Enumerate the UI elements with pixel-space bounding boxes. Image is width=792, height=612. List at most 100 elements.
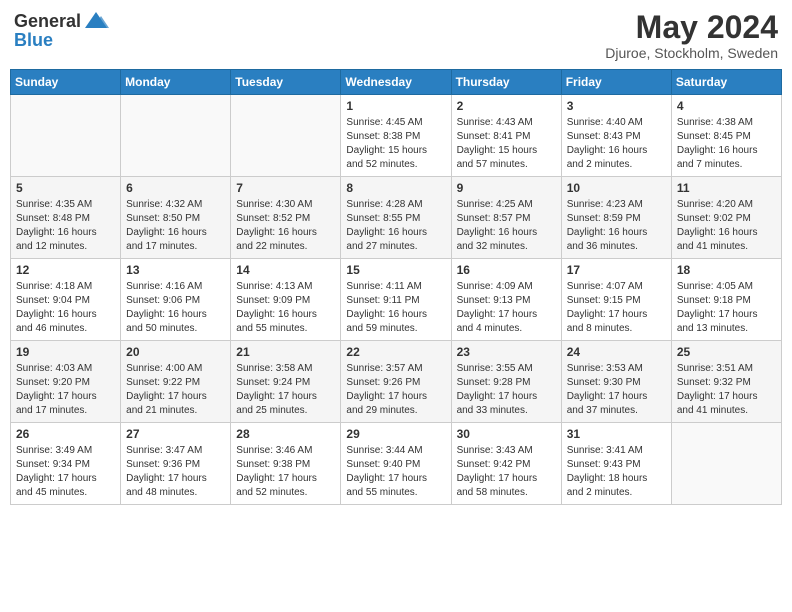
calendar-cell: 25 Sunrise: 3:51 AM Sunset: 9:32 PM Dayli… [671,341,781,423]
logo-text: General Blue [14,10,109,51]
calendar-cell: 19 Sunrise: 4:03 AM Sunset: 9:20 PM Dayli… [11,341,121,423]
title-block: May 2024 Djuroe, Stockholm, Sweden [605,10,778,61]
day-number: 5 [16,181,115,195]
col-header-saturday: Saturday [671,70,781,95]
day-number: 8 [346,181,445,195]
day-info: Sunrise: 4:43 AM Sunset: 8:41 PM Dayligh… [457,116,556,172]
day-info: Sunrise: 4:45 AM Sunset: 8:38 PM Dayligh… [346,116,445,172]
day-number: 13 [126,263,225,277]
day-number: 10 [567,181,666,195]
col-header-sunday: Sunday [11,70,121,95]
day-info: Sunrise: 4:05 AM Sunset: 9:18 PM Dayligh… [677,280,776,336]
day-info: Sunrise: 4:20 AM Sunset: 9:02 PM Dayligh… [677,198,776,254]
calendar-week-1: 1 Sunrise: 4:45 AM Sunset: 8:38 PM Daylig… [11,95,782,177]
day-info: Sunrise: 4:13 AM Sunset: 9:09 PM Dayligh… [236,280,335,336]
calendar-cell: 9Sunrise: 4:25 AM Sunset: 8:57 PM Daylig… [451,177,561,259]
col-header-friday: Friday [561,70,671,95]
calendar-cell: 14 Sunrise: 4:13 AM Sunset: 9:09 PM Dayli… [231,259,341,341]
calendar-cell: 24 Sunrise: 3:53 AM Sunset: 9:30 PM Dayli… [561,341,671,423]
calendar-cell: 27 Sunrise: 3:47 AM Sunset: 9:36 PM Dayli… [121,423,231,505]
day-info: Sunrise: 3:53 AM Sunset: 9:30 PM Dayligh… [567,362,666,418]
day-number: 21 [236,345,335,359]
month-year: May 2024 [605,10,778,45]
day-info: Sunrise: 3:51 AM Sunset: 9:32 PM Dayligh… [677,362,776,418]
day-info: Sunrise: 3:57 AM Sunset: 9:26 PM Dayligh… [346,362,445,418]
calendar-cell [11,95,121,177]
day-info: Sunrise: 4:07 AM Sunset: 9:15 PM Dayligh… [567,280,666,336]
col-header-wednesday: Wednesday [341,70,451,95]
day-number: 11 [677,181,776,195]
calendar-cell: 22 Sunrise: 3:57 AM Sunset: 9:26 PM Dayli… [341,341,451,423]
day-number: 6 [126,181,225,195]
calendar-table: SundayMondayTuesdayWednesdayThursdayFrid… [10,69,782,505]
calendar-cell: 18 Sunrise: 4:05 AM Sunset: 9:18 PM Dayli… [671,259,781,341]
day-info: Sunrise: 4:11 AM Sunset: 9:11 PM Dayligh… [346,280,445,336]
day-number: 17 [567,263,666,277]
logo-blue: Blue [14,30,109,51]
day-number: 14 [236,263,335,277]
day-number: 19 [16,345,115,359]
day-number: 7 [236,181,335,195]
day-info: Sunrise: 4:28 AM Sunset: 8:55 PM Dayligh… [346,198,445,254]
calendar-cell [671,423,781,505]
header: General Blue May 2024 Djuroe, Stockholm,… [10,10,782,61]
calendar-cell: 20Sunrise: 4:00 AM Sunset: 9:22 PM Dayli… [121,341,231,423]
day-info: Sunrise: 3:46 AM Sunset: 9:38 PM Dayligh… [236,444,335,500]
day-info: Sunrise: 4:32 AM Sunset: 8:50 PM Dayligh… [126,198,225,254]
logo-general: General [14,11,81,32]
calendar-header-row: SundayMondayTuesdayWednesdayThursdayFrid… [11,70,782,95]
day-number: 31 [567,427,666,441]
day-info: Sunrise: 4:03 AM Sunset: 9:20 PM Dayligh… [16,362,115,418]
day-number: 23 [457,345,556,359]
col-header-tuesday: Tuesday [231,70,341,95]
calendar-cell: 11 Sunrise: 4:20 AM Sunset: 9:02 PM Dayli… [671,177,781,259]
col-header-thursday: Thursday [451,70,561,95]
day-number: 18 [677,263,776,277]
day-number: 4 [677,99,776,113]
calendar-cell: 28 Sunrise: 3:46 AM Sunset: 9:38 PM Dayli… [231,423,341,505]
day-number: 16 [457,263,556,277]
day-number: 25 [677,345,776,359]
day-info: Sunrise: 3:55 AM Sunset: 9:28 PM Dayligh… [457,362,556,418]
day-info: Sunrise: 4:23 AM Sunset: 8:59 PM Dayligh… [567,198,666,254]
calendar-cell: 12 Sunrise: 4:18 AM Sunset: 9:04 PM Dayli… [11,259,121,341]
location: Djuroe, Stockholm, Sweden [605,45,778,61]
col-header-monday: Monday [121,70,231,95]
day-info: Sunrise: 4:16 AM Sunset: 9:06 PM Dayligh… [126,280,225,336]
day-info: Sunrise: 4:18 AM Sunset: 9:04 PM Dayligh… [16,280,115,336]
day-number: 29 [346,427,445,441]
day-number: 2 [457,99,556,113]
day-number: 1 [346,99,445,113]
calendar-cell: 30 Sunrise: 3:43 AM Sunset: 9:42 PM Dayli… [451,423,561,505]
day-info: Sunrise: 3:44 AM Sunset: 9:40 PM Dayligh… [346,444,445,500]
day-number: 24 [567,345,666,359]
day-info: Sunrise: 3:47 AM Sunset: 9:36 PM Dayligh… [126,444,225,500]
calendar-cell: 17 Sunrise: 4:07 AM Sunset: 9:15 PM Dayli… [561,259,671,341]
day-info: Sunrise: 3:49 AM Sunset: 9:34 PM Dayligh… [16,444,115,500]
calendar-cell: 29 Sunrise: 3:44 AM Sunset: 9:40 PM Dayli… [341,423,451,505]
calendar-cell: 15Sunrise: 4:11 AM Sunset: 9:11 PM Dayli… [341,259,451,341]
calendar-cell: 4 Sunrise: 4:38 AM Sunset: 8:45 PM Daylig… [671,95,781,177]
day-number: 27 [126,427,225,441]
day-info: Sunrise: 4:38 AM Sunset: 8:45 PM Dayligh… [677,116,776,172]
calendar-cell: 23 Sunrise: 3:55 AM Sunset: 9:28 PM Dayli… [451,341,561,423]
calendar-cell: 21Sunrise: 3:58 AM Sunset: 9:24 PM Dayli… [231,341,341,423]
calendar-week-4: 19 Sunrise: 4:03 AM Sunset: 9:20 PM Dayli… [11,341,782,423]
day-info: Sunrise: 4:35 AM Sunset: 8:48 PM Dayligh… [16,198,115,254]
day-info: Sunrise: 4:00 AM Sunset: 9:22 PM Dayligh… [126,362,225,418]
calendar-cell: 6 Sunrise: 4:32 AM Sunset: 8:50 PM Daylig… [121,177,231,259]
day-number: 12 [16,263,115,277]
day-number: 28 [236,427,335,441]
day-info: Sunrise: 4:09 AM Sunset: 9:13 PM Dayligh… [457,280,556,336]
calendar-cell: 26Sunrise: 3:49 AM Sunset: 9:34 PM Dayli… [11,423,121,505]
calendar-week-2: 5 Sunrise: 4:35 AM Sunset: 8:48 PM Daylig… [11,177,782,259]
day-info: Sunrise: 3:43 AM Sunset: 9:42 PM Dayligh… [457,444,556,500]
calendar-cell: 13 Sunrise: 4:16 AM Sunset: 9:06 PM Dayli… [121,259,231,341]
calendar-cell: 31 Sunrise: 3:41 AM Sunset: 9:43 PM Dayli… [561,423,671,505]
logo-icon [83,10,109,32]
day-number: 30 [457,427,556,441]
day-info: Sunrise: 3:41 AM Sunset: 9:43 PM Dayligh… [567,444,666,500]
calendar-cell: 2 Sunrise: 4:43 AM Sunset: 8:41 PM Daylig… [451,95,561,177]
day-number: 22 [346,345,445,359]
calendar-cell: 7Sunrise: 4:30 AM Sunset: 8:52 PM Daylig… [231,177,341,259]
